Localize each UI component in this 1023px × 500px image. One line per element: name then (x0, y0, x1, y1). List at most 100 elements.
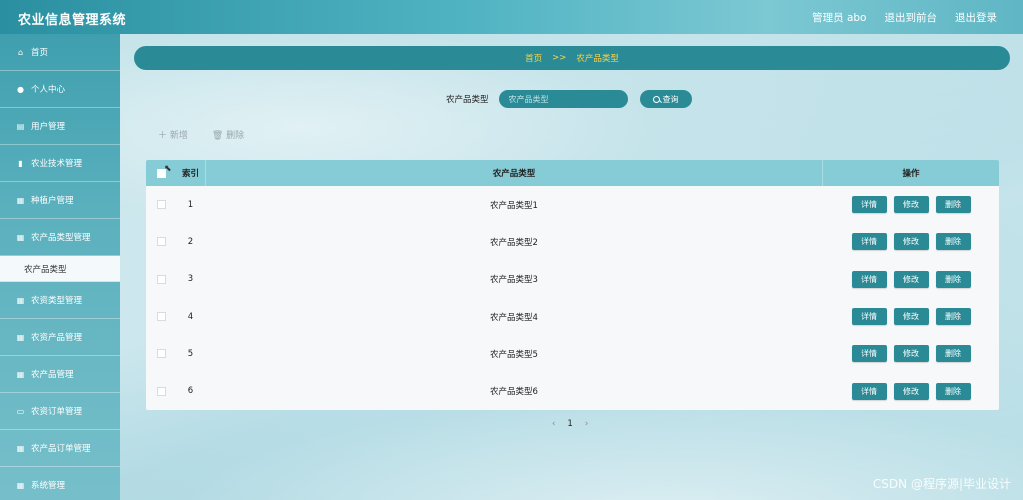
edit-button[interactable]: 修改 (893, 308, 929, 326)
detail-button[interactable]: 详情 (851, 233, 887, 251)
sidebar-item-sidebar.items.1.label[interactable]: ● 个人中心 (0, 71, 120, 108)
sidebar-item-sidebar.items_after.1.label[interactable]: ▦ 农资产品管理 (0, 319, 120, 356)
table-row: 3 农产品类型3 详情 修改 删除 (146, 261, 999, 298)
data-table: 索引 农产品类型 操作 1 农产品类型1 详情 修改 删除 2 农产品类型2 详情 修改 删除 3 农… (146, 160, 999, 410)
sidebar-item-sidebar.items.2.label[interactable]: ▤ 用户管理 (0, 108, 120, 145)
sidebar-item-sidebar.items_after.3.label[interactable]: ▭ 农资订单管理 (0, 393, 120, 430)
edit-button[interactable]: 修改 (893, 196, 929, 214)
row-index: 6 (187, 386, 194, 397)
action-bar: ＋ 新增 🗑 删除 (158, 128, 244, 141)
row-name: 农产品类型2 (490, 237, 538, 248)
detail-button[interactable]: 详情 (851, 270, 887, 288)
exit-to-frontend-link[interactable]: 退出到前台 (885, 10, 938, 25)
row-index: 3 (187, 274, 194, 285)
sidebar-item-label: 农产品类型管理 (31, 233, 91, 243)
top-links: 管理员 abo 退出到前台 退出登录 (812, 10, 997, 25)
row-delete-button[interactable]: 删除 (935, 382, 971, 400)
sidebar-item-label: 农产品管理 (31, 370, 74, 380)
sidebar-item-label: 系统管理 (31, 481, 66, 491)
admin-user-link[interactable]: 管理员 abo (812, 10, 866, 25)
table-row: 6 农产品类型6 详情 修改 删除 (146, 372, 999, 409)
table-body: 1 农产品类型1 详情 修改 删除 2 农产品类型2 详情 修改 删除 3 农产品类型3 详情 修改 删除 4… (146, 186, 999, 410)
sidebar-item-label: 农资类型管理 (31, 296, 83, 306)
detail-button[interactable]: 详情 (851, 196, 887, 214)
home-icon: ⌂ (17, 47, 24, 57)
search-input[interactable] (498, 90, 628, 108)
grid-icon: ▦ (16, 369, 25, 379)
row-delete-button[interactable]: 删除 (935, 196, 971, 214)
row-delete-button[interactable]: 删除 (935, 270, 971, 288)
edit-button[interactable]: 修改 (893, 270, 929, 288)
sidebar-item-sidebar.items_after.4.label[interactable]: ▦ 农产品订单管理 (0, 430, 120, 467)
watermark: CSDN @程序源|毕业设计 (872, 477, 1011, 491)
row-name: 农产品类型5 (490, 349, 538, 360)
bar-chart-icon: ▮ (18, 158, 23, 168)
sidebar-item-sidebar.items.0.label[interactable]: ⌂ 首页 (0, 34, 120, 71)
edit-button[interactable]: 修改 (893, 382, 929, 400)
next-page-button[interactable]: › (585, 419, 588, 429)
row-checkbox[interactable] (156, 349, 166, 359)
breadcrumb-home[interactable]: 首页 (525, 52, 542, 64)
pagination: ‹ 1 › (552, 419, 588, 429)
logout-link[interactable]: 退出登录 (955, 10, 997, 25)
edit-button[interactable]: 修改 (893, 233, 929, 251)
breadcrumb-current: 农产品类型 (576, 54, 619, 64)
row-index: 1 (187, 199, 194, 210)
grid-icon: ▦ (16, 232, 25, 242)
row-name: 农产品类型1 (490, 200, 538, 211)
sidebar-item-sidebar.items_after.5.label[interactable]: ▦ 系统管理 (0, 467, 120, 500)
breadcrumb-separator: >> (552, 53, 567, 63)
sidebar-item-label: 用户管理 (31, 122, 66, 132)
sidebar-item-sidebar.items_after.2.label[interactable]: ▦ 农产品管理 (0, 356, 120, 393)
row-checkbox[interactable] (156, 312, 166, 322)
row-index: 5 (187, 348, 194, 359)
sidebar-subitem-active[interactable]: 农产品类型 (0, 256, 120, 282)
grid-icon: ▦ (16, 332, 25, 342)
row-index: 2 (187, 236, 194, 247)
app-title: 农业信息管理系统 (18, 13, 127, 28)
user-icon: ● (17, 84, 24, 94)
search-button-label: 查询 (662, 94, 679, 104)
table-row: 5 农产品类型5 详情 修改 删除 (146, 335, 999, 372)
row-checkbox[interactable] (156, 200, 166, 210)
sidebar-item-sidebar.items.4.label[interactable]: ▦ 种植户管理 (0, 182, 120, 219)
database-icon: ▤ (16, 121, 25, 131)
row-checkbox[interactable] (156, 237, 166, 247)
grid-icon: ▦ (16, 443, 25, 453)
detail-button[interactable]: 详情 (851, 382, 887, 400)
header-index: 索引 (181, 169, 199, 179)
mouse-cursor-icon: ⬉ (164, 164, 172, 174)
breadcrumb: 首页 >> 农产品类型 (134, 46, 1010, 70)
grid-icon: ▦ (16, 195, 25, 205)
search-button[interactable]: 查询 (639, 90, 692, 108)
sidebar-item-sidebar.items.5.label[interactable]: ▦ 农产品类型管理 (0, 219, 120, 256)
sidebar-item-label: 农业技术管理 (31, 159, 83, 169)
table-row: 2 农产品类型2 详情 修改 删除 (146, 223, 999, 260)
grid-icon: ▦ (16, 295, 25, 305)
row-index: 4 (187, 311, 194, 322)
current-page[interactable]: 1 (567, 419, 572, 429)
add-button[interactable]: ＋ 新增 (158, 128, 188, 141)
row-delete-button[interactable]: 删除 (935, 308, 971, 326)
row-delete-button[interactable]: 删除 (935, 345, 971, 363)
sidebar-item-label: 农资订单管理 (31, 407, 83, 417)
detail-button[interactable]: 详情 (851, 345, 887, 363)
sidebar-item-sidebar.items_after.0.label[interactable]: ▦ 农资类型管理 (0, 282, 120, 319)
edit-button[interactable]: 修改 (893, 345, 929, 363)
search-label: 农产品类型 (446, 95, 489, 105)
search-icon (652, 95, 660, 103)
header-name: 农产品类型 (205, 160, 823, 186)
sidebar-item-sidebar.items.3.label[interactable]: ▮ 农业技术管理 (0, 145, 120, 182)
prev-page-button[interactable]: ‹ (552, 419, 555, 429)
row-delete-button[interactable]: 删除 (935, 233, 971, 251)
row-checkbox[interactable] (156, 274, 166, 284)
grid-icon: ▦ (16, 480, 25, 490)
sidebar-item-label: 个人中心 (31, 85, 66, 95)
table-row: 4 农产品类型4 详情 修改 删除 (146, 298, 999, 335)
row-name: 农产品类型4 (490, 312, 538, 323)
row-name: 农产品类型6 (490, 387, 538, 398)
delete-button[interactable]: 🗑 删除 (212, 128, 244, 141)
row-checkbox[interactable] (156, 386, 166, 396)
detail-button[interactable]: 详情 (851, 308, 887, 326)
search-row: 农产品类型 查询 (446, 90, 692, 108)
